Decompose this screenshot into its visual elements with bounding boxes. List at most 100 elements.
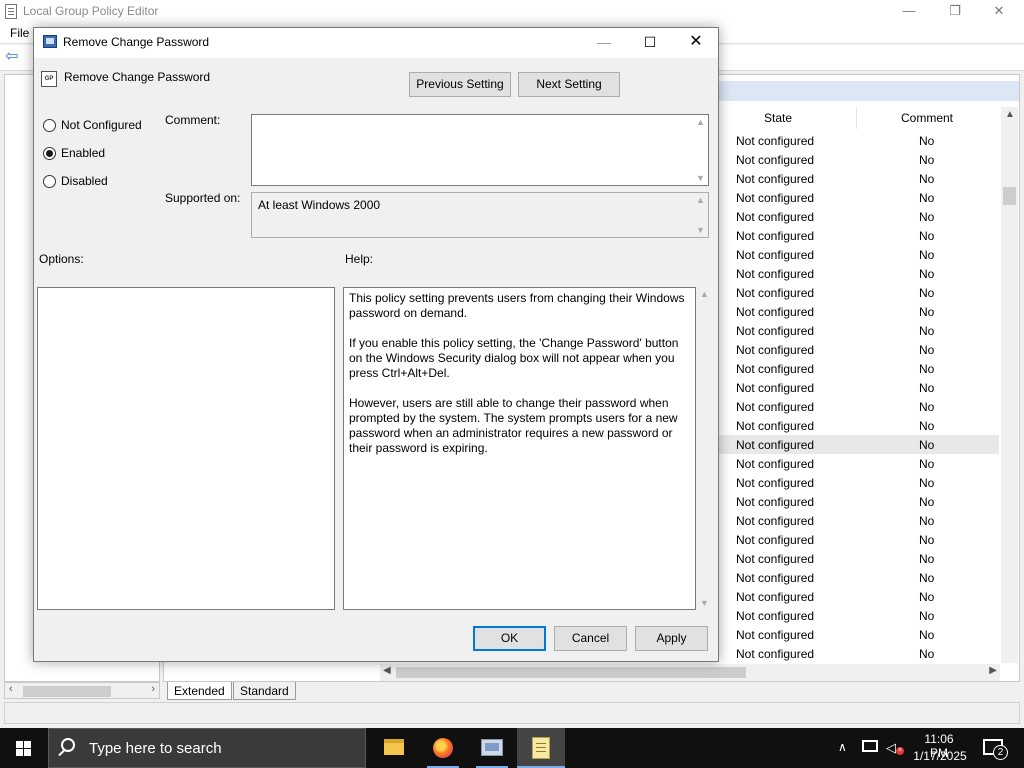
back-arrow-icon[interactable]: ⇦ xyxy=(5,49,18,65)
close-button[interactable]: ✕ xyxy=(678,32,714,54)
row-state: Not configured xyxy=(736,571,815,585)
row-state: Not configured xyxy=(736,286,815,300)
row-comment: No xyxy=(919,191,935,205)
scroll-left-icon[interactable]: ‹ xyxy=(9,683,13,695)
row-comment: No xyxy=(919,134,935,148)
column-divider[interactable] xyxy=(856,107,857,129)
supported-on-field: At least Windows 2000 ▲ ▼ xyxy=(251,192,709,238)
tab-extended[interactable]: Extended xyxy=(167,682,232,700)
scroll-down-icon[interactable]: ▼ xyxy=(700,598,709,608)
options-label: Options: xyxy=(39,252,84,266)
volume-icon[interactable]: ◁ xyxy=(886,740,896,756)
row-state: Not configured xyxy=(736,514,815,528)
status-bar xyxy=(4,702,1020,724)
help-scrollbar[interactable]: ▲ ▼ xyxy=(697,287,713,610)
firefox-icon xyxy=(433,738,453,758)
scroll-thumb[interactable] xyxy=(396,667,746,678)
row-comment: No xyxy=(919,571,935,585)
taskbar-group-policy-editor[interactable] xyxy=(468,728,516,768)
tab-standard[interactable]: Standard xyxy=(233,682,296,700)
menu-file[interactable]: File xyxy=(10,26,29,40)
minimize-icon: — xyxy=(597,34,611,50)
radio-button-circle[interactable] xyxy=(43,119,56,132)
list-vertical-scrollbar[interactable]: ▲ xyxy=(1001,107,1018,663)
start-button[interactable] xyxy=(0,728,48,768)
supported-on-value: At least Windows 2000 xyxy=(258,198,381,212)
scroll-up-icon[interactable]: ▲ xyxy=(700,289,709,299)
previous-setting-button[interactable]: Previous Setting xyxy=(409,72,511,97)
help-paragraph: If you enable this policy setting, the '… xyxy=(349,336,679,380)
row-comment: No xyxy=(919,514,935,528)
scroll-right-icon[interactable]: ▶ xyxy=(989,665,997,676)
gpe-minimize-button[interactable]: — xyxy=(886,0,932,24)
comment-field[interactable]: ▲ ▼ xyxy=(251,114,709,186)
row-comment: No xyxy=(919,419,935,433)
row-state: Not configured xyxy=(736,305,815,319)
row-state: Not configured xyxy=(736,229,815,243)
taskbar-firefox[interactable] xyxy=(419,728,467,768)
row-state: Not configured xyxy=(736,153,815,167)
row-state: Not configured xyxy=(736,191,815,205)
row-state: Not configured xyxy=(736,400,815,414)
row-comment: No xyxy=(919,495,935,509)
windows-logo-icon xyxy=(16,741,32,756)
scroll-right-icon[interactable]: › xyxy=(151,683,155,695)
supported-on-scrollbar[interactable]: ▲ ▼ xyxy=(694,195,706,235)
ok-button[interactable]: OK xyxy=(473,626,546,651)
policy-setting-icon: GP xyxy=(41,71,57,87)
column-header-comment[interactable]: Comment xyxy=(901,111,953,125)
row-state: Not configured xyxy=(736,533,815,547)
row-comment: No xyxy=(919,476,935,490)
scroll-up-icon[interactable]: ▲ xyxy=(696,117,705,127)
row-comment: No xyxy=(919,438,935,452)
network-icon[interactable] xyxy=(862,740,878,752)
row-comment: No xyxy=(919,286,935,300)
row-state: Not configured xyxy=(736,495,815,509)
apply-button[interactable]: Apply xyxy=(635,626,708,651)
row-comment: No xyxy=(919,172,935,186)
list-horizontal-scrollbar[interactable]: ◀ ▶ xyxy=(380,664,1000,681)
taskbar-search[interactable]: Type here to search xyxy=(48,728,366,768)
comment-scrollbar[interactable]: ▲ ▼ xyxy=(694,117,706,183)
column-header-state[interactable]: State xyxy=(764,111,792,125)
scroll-thumb[interactable] xyxy=(23,686,111,697)
row-comment: No xyxy=(919,552,935,566)
supported-on-label: Supported on: xyxy=(165,191,241,205)
scroll-thumb[interactable] xyxy=(1003,187,1016,205)
cancel-button[interactable]: Cancel xyxy=(554,626,627,651)
row-comment: No xyxy=(919,362,935,376)
row-comment: No xyxy=(919,400,935,414)
row-comment: No xyxy=(919,609,935,623)
clock-date[interactable]: 1/17/2025 xyxy=(910,749,970,763)
view-tabs: Extended Standard xyxy=(163,682,1020,700)
row-comment: No xyxy=(919,248,935,262)
dialog-titlebar[interactable]: Remove Change Password — ☐ ✕ xyxy=(34,28,718,58)
chevron-up-icon[interactable]: ∧ xyxy=(838,740,847,754)
policy-window-icon xyxy=(43,35,57,48)
maximize-button[interactable]: ☐ xyxy=(632,32,668,54)
row-state: Not configured xyxy=(736,343,815,357)
scroll-left-icon[interactable]: ◀ xyxy=(383,665,391,676)
row-comment: No xyxy=(919,590,935,604)
taskbar-notepad[interactable] xyxy=(517,728,565,768)
tree-horizontal-scrollbar[interactable]: ‹ › xyxy=(4,682,160,699)
options-panel xyxy=(37,287,335,610)
taskbar-file-explorer[interactable] xyxy=(370,728,418,768)
next-setting-button[interactable]: Next Setting xyxy=(518,72,620,97)
volume-muted-icon: × xyxy=(896,747,904,755)
gpe-close-button[interactable]: ✕ xyxy=(976,0,1022,24)
scroll-up-icon[interactable]: ▲ xyxy=(696,195,705,205)
row-comment: No xyxy=(919,533,935,547)
row-comment: No xyxy=(919,210,935,224)
row-state: Not configured xyxy=(736,381,815,395)
policy-name: Remove Change Password xyxy=(64,70,211,84)
taskbar: Type here to search ∧ ◁ × 11:06 PM 1/17/… xyxy=(0,728,1024,768)
radio-button-circle[interactable] xyxy=(43,175,56,188)
row-state: Not configured xyxy=(736,438,815,452)
scroll-up-icon[interactable]: ▲ xyxy=(1005,109,1015,120)
row-state: Not configured xyxy=(736,609,815,623)
gpe-restore-button[interactable]: ❐ xyxy=(932,0,978,24)
scroll-down-icon[interactable]: ▼ xyxy=(696,225,705,235)
scroll-down-icon[interactable]: ▼ xyxy=(696,173,705,183)
radio-button-circle[interactable] xyxy=(43,147,56,160)
